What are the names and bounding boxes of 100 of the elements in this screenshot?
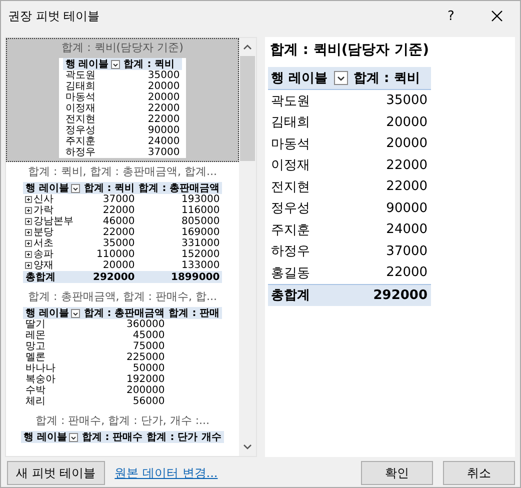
recommendation-title: 합계 : 퀵비, 합계 : 총판매금액, 합계... [28, 165, 217, 179]
table-cell-text: 곽도원 [270, 92, 311, 111]
total-cell: 292000 [350, 284, 431, 306]
expand-icon[interactable] [25, 251, 32, 258]
expand-icon[interactable] [25, 229, 32, 236]
table-cell-text: 22000 [385, 178, 429, 196]
table-cell-text: 331000 [180, 238, 221, 249]
table-cell-text: 정우성 [64, 125, 96, 136]
new-pivot-table-button[interactable]: 새 피벗 테이블 [7, 461, 105, 485]
table-cell-text: 이정재 [270, 157, 311, 176]
table-cell-text: 37000 [102, 194, 136, 205]
recommendation-title: 합계 : 판매수, 합계 : 단가, 개수 :... [35, 414, 210, 428]
recommendation-title: 합계 : 퀵비(담당자 기준) [62, 41, 184, 55]
table-cell: 가락 [23, 205, 82, 216]
expand-icon[interactable] [25, 240, 32, 247]
total-cell: 292000 [82, 271, 137, 283]
table-cell-text: 192000 [126, 374, 166, 385]
expand-icon[interactable] [25, 196, 32, 203]
table-cell-text: 24000 [146, 136, 181, 147]
dropdown-icon[interactable] [334, 71, 348, 85]
column-header: 행 레이블 [21, 431, 80, 443]
table-cell-text: 133000 [180, 260, 221, 271]
table-cell-text: 37000 [146, 147, 181, 158]
table-cell-text: 152000 [180, 249, 221, 260]
total-cell: 총합계 [23, 271, 82, 283]
table-cell-text: 이정재 [64, 103, 96, 114]
scrollbar[interactable] [239, 38, 256, 456]
column-header: 합계 : 총판매금액 [82, 307, 167, 319]
table-cell-text: 20000 [146, 92, 181, 103]
total-cell: 1899000 [136, 271, 222, 283]
dropdown-icon[interactable] [68, 432, 78, 442]
table-cell: 분당 [23, 227, 82, 238]
table-cell-text: 하정우 [64, 147, 96, 158]
column-header: 합계 : 판매 [166, 307, 222, 319]
table-cell-text: 56000 [132, 396, 166, 407]
expand-icon[interactable] [25, 262, 32, 269]
change-source-link[interactable]: 원본 데이터 변경... [114, 464, 351, 482]
table-cell-text: 멜론 [24, 352, 46, 363]
total-cell: 총합계 [268, 284, 351, 306]
table-cell: 송파 [23, 249, 82, 260]
dropdown-icon[interactable] [70, 184, 80, 192]
table-cell-text: 마동석 [64, 92, 96, 103]
table-cell-text: 곽도원 [64, 70, 96, 81]
table-cell-text: 225000 [126, 352, 166, 363]
table-cell-text: 정우성 [270, 200, 311, 218]
table-cell: 신사 [23, 194, 82, 205]
table-cell-text: 805000 [180, 216, 221, 227]
column-header: 행 레이블 [23, 307, 82, 319]
table-cell-text: 바나나 [24, 363, 56, 374]
column-header: 합계 : 단가 [144, 431, 200, 443]
column-header: 개수 [200, 431, 224, 443]
table-cell-text: 20000 [146, 81, 181, 92]
table-cell-text: 50000 [132, 363, 166, 374]
table-cell-text: 레몬 [24, 330, 46, 341]
table-cell-text: 90000 [385, 200, 429, 218]
table-cell-text: 김태희 [64, 81, 96, 92]
table-cell-text: 22000 [102, 205, 136, 216]
ok-button[interactable]: 확인 [361, 461, 433, 485]
table-cell-text: 하정우 [270, 243, 311, 262]
table-cell-text: 망고 [24, 341, 46, 352]
table-cell-text: 360000 [126, 319, 166, 330]
table-cell-text: 35000 [102, 238, 136, 249]
table-cell-text: 복숭아 [24, 374, 56, 385]
table-cell-text: 20000 [385, 114, 429, 132]
table-cell-text: 35000 [146, 70, 181, 81]
column-header: 행 레이블 [268, 67, 351, 90]
table-cell-text: 22000 [146, 103, 181, 114]
table-cell: 서초 [23, 238, 82, 249]
help-button[interactable]: ? [428, 1, 474, 31]
table-cell-text: 116000 [180, 205, 221, 216]
table-cell-text: 75000 [132, 341, 166, 352]
table-cell-text: 169000 [180, 227, 221, 238]
table-cell-text: 200000 [126, 385, 166, 396]
table-cell-text: 전지현 [64, 114, 96, 125]
table-cell-text: 110000 [96, 249, 136, 260]
recommendation-item[interactable]: 합계 : 퀵비(담당자 기준) 행 레이블 합계 : 퀵비 곽도원 35000 김태희 20000 마동석 20000 이정재 22000 전지현 22000 정우성 90000 주지훈 24000 하정우 37000 [6, 38, 239, 162]
chevron-up-icon[interactable] [243, 44, 252, 50]
table-cell-text: 45000 [132, 330, 166, 341]
table-cell-text: 홍길동 [270, 264, 311, 283]
column-header: 합계 : 총판매금액 [136, 182, 222, 194]
table-cell-text: 193000 [180, 194, 221, 205]
recommendation-title: 합계 : 총판매금액, 합계 : 판매수, 합... [28, 290, 217, 304]
chevron-down-icon[interactable] [243, 444, 252, 450]
column-header: 행 레이블 [63, 58, 122, 70]
column-header: 합계 : 퀵비 [122, 58, 182, 70]
scrollbar-thumb[interactable] [240, 56, 255, 161]
table-cell-text: 20000 [385, 135, 429, 154]
close-icon[interactable] [491, 10, 503, 22]
table-cell-text: 전지현 [270, 178, 311, 197]
table-cell-text: 90000 [146, 125, 181, 136]
table-cell-text: 수박 [24, 385, 46, 396]
table-cell-text: 김태희 [270, 114, 311, 132]
dropdown-icon[interactable] [70, 308, 80, 318]
cancel-button[interactable]: 취소 [443, 461, 515, 485]
expand-icon[interactable] [25, 218, 32, 225]
dropdown-icon[interactable] [110, 60, 120, 68]
table-cell-text: 37000 [385, 242, 429, 261]
expand-icon[interactable] [25, 207, 32, 214]
table-cell-text: 딸기 [24, 319, 46, 330]
table-cell: 강남본부 [23, 216, 82, 227]
